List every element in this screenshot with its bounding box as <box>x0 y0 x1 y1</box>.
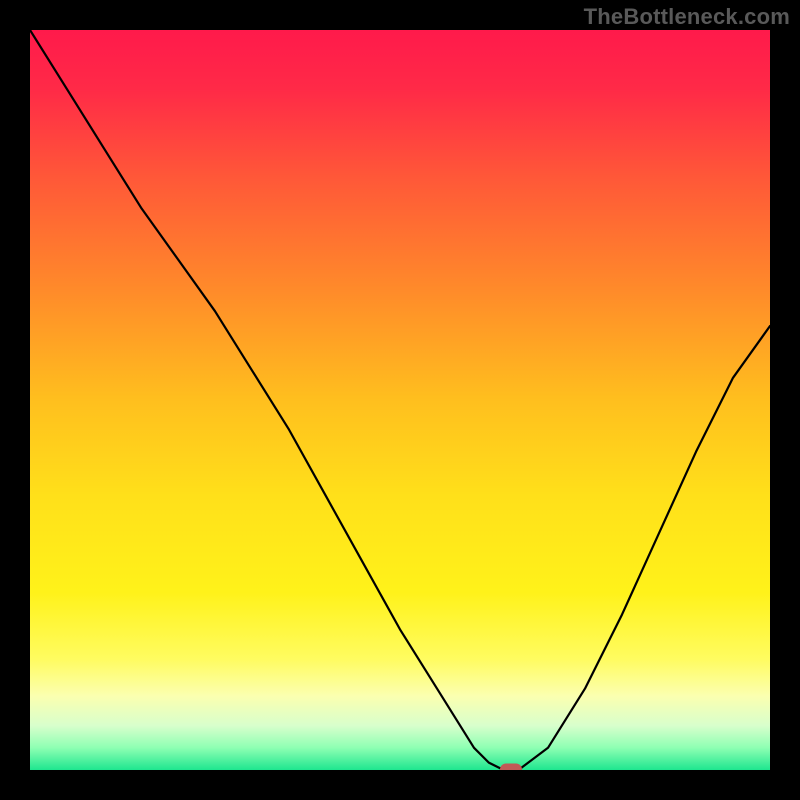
chart-svg <box>30 30 770 770</box>
plot-area <box>30 30 770 770</box>
chart-frame: TheBottleneck.com <box>0 0 800 800</box>
optimal-point-marker <box>500 764 522 771</box>
watermark-text: TheBottleneck.com <box>584 4 790 30</box>
heatmap-background <box>30 30 770 770</box>
